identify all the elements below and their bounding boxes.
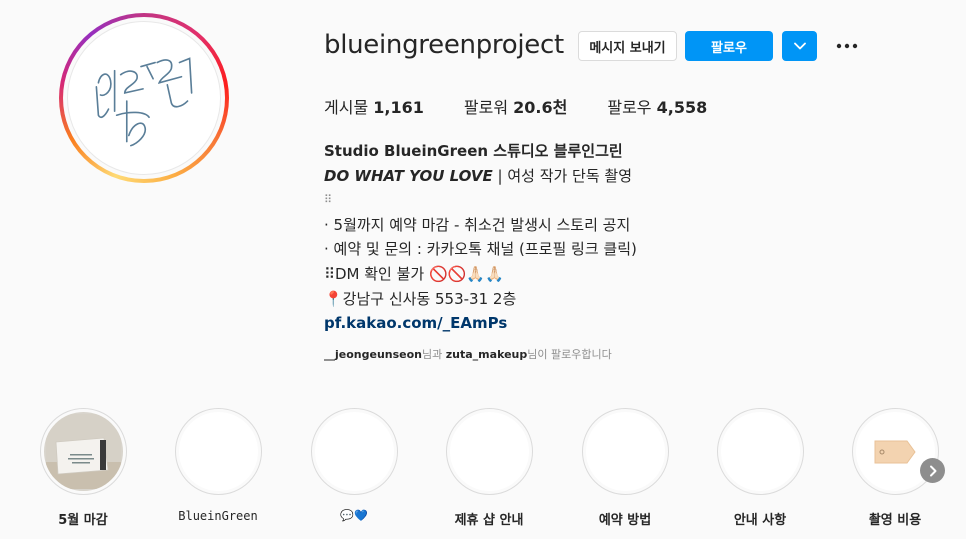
highlight-photo-image <box>45 414 121 489</box>
highlight-label: 5월 마감 <box>58 513 108 528</box>
bio-tagline-rest: | 여성 작가 단독 촬영 <box>492 166 633 185</box>
message-button[interactable]: 메시지 보내기 <box>578 31 677 61</box>
profile-bio: Studio BlueinGreen 스튜디오 블루인그린 DO WHAT YO… <box>324 139 924 336</box>
highlight-item[interactable]: 안내 사항 <box>705 408 815 528</box>
story-highlights: 5월 마감 BlueinGreen 💬💙 제휴 샵 안내 예약 방법 안내 사항… <box>0 408 966 539</box>
more-dots-icon <box>836 43 858 49</box>
highlight-label: 💬💙 <box>340 509 368 522</box>
highlight-cover <box>39 408 127 495</box>
highlight-cover <box>716 408 804 495</box>
bio-external-link[interactable]: pf.kakao.com/_EAmPs <box>324 314 507 332</box>
chevron-right-icon <box>929 465 936 476</box>
profile-username: blueingreenproject <box>324 30 564 60</box>
logo-signature-image <box>67 21 221 175</box>
highlight-cover <box>851 408 939 495</box>
bio-dots: ⠿ <box>324 193 333 207</box>
posts-count: 게시물 1,161 <box>324 94 424 118</box>
bio-line-contact: · 예약 및 문의 : 카카오톡 채널 (프로필 링크 클릭) <box>324 240 637 259</box>
bio-name: Studio BlueinGreen 스튜디오 블루인그린 <box>324 142 623 160</box>
more-options-button[interactable] <box>832 36 862 56</box>
posts-value: 1,161 <box>373 98 424 117</box>
posts-label: 게시물 <box>324 98 369 117</box>
profile-stats: 게시물 1,161 팔로워 20.6천 팔로우 4,558 <box>324 94 747 118</box>
chevron-down-icon <box>793 42 806 50</box>
highlight-label: BlueinGreen <box>178 509 258 523</box>
profile-avatar[interactable] <box>59 13 229 183</box>
highlight-cover <box>310 408 398 495</box>
followed-by-connector: 님과 <box>422 348 446 361</box>
highlight-label: 제휴 샵 안내 <box>454 513 524 528</box>
highlight-item[interactable]: 💬💙 <box>299 408 409 522</box>
bio-line-dm: ⠿DM 확인 불가 🚫🚫🙏🏻🙏🏻 <box>324 264 504 283</box>
highlight-item[interactable]: 예약 방법 <box>570 408 680 528</box>
price-tag-icon <box>874 440 916 463</box>
followers-label: 팔로워 <box>463 98 509 117</box>
followed-by-user-1[interactable]: __jeongeunseon <box>324 348 422 361</box>
bio-tagline: DO WHAT YOU LOVE | 여성 작가 단독 촬영 <box>324 164 924 189</box>
bio-tagline-emphasis: DO WHAT YOU LOVE <box>324 166 493 185</box>
followed-by-text[interactable]: __jeongeunseon님과 zuta_makeup님이 팔로우합니다 <box>324 346 612 362</box>
highlight-cover <box>445 408 533 495</box>
followed-by-user-2[interactable]: zuta_makeup <box>446 348 528 361</box>
highlight-cover <box>581 408 669 495</box>
highlight-cover <box>174 408 262 495</box>
follow-button[interactable]: 팔로우 <box>685 31 773 61</box>
followed-by-suffix: 님이 팔로우합니다 <box>527 348 612 361</box>
followers-value: 20.6천 <box>513 98 568 117</box>
highlight-item[interactable]: 제휴 샵 안내 <box>434 408 544 528</box>
suggested-dropdown-button[interactable] <box>782 31 817 61</box>
highlight-item[interactable]: 5월 마감 <box>28 408 138 528</box>
highlight-label: 예약 방법 <box>598 513 652 528</box>
following-count[interactable]: 팔로우 4,558 <box>607 94 707 118</box>
highlight-item[interactable]: BlueinGreen <box>163 408 273 523</box>
highlight-label: 안내 사항 <box>733 513 787 528</box>
following-value: 4,558 <box>656 98 708 117</box>
followers-count[interactable]: 팔로워 20.6천 <box>464 94 567 118</box>
highlight-label: 촬영 비용 <box>868 513 922 528</box>
highlights-next-button[interactable] <box>920 458 945 483</box>
bio-line-address: 📍강남구 신사동 553-31 2층 <box>324 289 517 308</box>
following-label: 팔로우 <box>607 98 652 117</box>
bio-line-reservation-closed: · 5월까지 예약 마감 - 취소건 발생시 스토리 공지 <box>324 215 631 234</box>
